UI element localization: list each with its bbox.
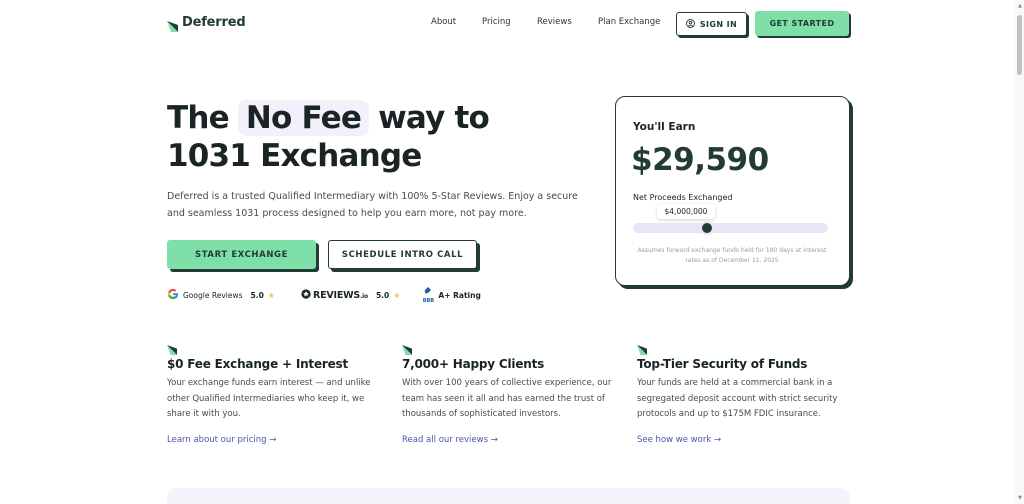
net-proceeds-label: Net Proceeds Exchanged	[633, 193, 733, 202]
sign-in-label: SIGN IN	[699, 19, 738, 29]
google-rating[interactable]: Google Reviews 5.0 ★	[167, 288, 275, 302]
reviews-io-score: 5.0	[375, 290, 390, 300]
nav-reviews[interactable]: Reviews	[537, 17, 572, 27]
logo-mark-icon	[167, 17, 178, 32]
hero-subtitle: Deferred is a trusted Qualified Intermed…	[167, 191, 578, 219]
page-scrollbar[interactable]: ▲ ▼	[1015, 0, 1024, 504]
bbb-rating-label: A+ Rating	[438, 290, 481, 300]
feature-no-fee: $0 Fee Exchange + Interest Your exchange…	[167, 340, 379, 446]
start-exchange-button[interactable]: START EXCHANGE	[167, 240, 316, 269]
reviews-io-star-icon	[301, 289, 311, 301]
bbb-logo-icon: BBB	[422, 286, 434, 304]
google-icon	[167, 288, 179, 302]
feature-happy-clients: 7,000+ Happy Clients With over 100 years…	[402, 340, 614, 446]
feature-title: $0 Fee Exchange + Interest	[167, 357, 349, 371]
get-started-button[interactable]: GET STARTED	[755, 11, 849, 36]
reviews-io-logo: REVIEWS.io	[312, 289, 368, 301]
feature-body: Your exchange funds earn interest — and …	[167, 378, 371, 419]
hero-title-line2: 1031 Exchange	[167, 138, 422, 174]
arrow-down-right-icon	[167, 340, 177, 355]
ratings-row: Google Reviews 5.0 ★ REVIEWS.io 5.0 ★ BB…	[167, 286, 481, 304]
nav-about[interactable]: About	[431, 17, 456, 27]
star-icon: ★	[267, 290, 275, 300]
scroll-thumb[interactable]	[1017, 15, 1022, 75]
scroll-down-icon[interactable]: ▼	[1018, 495, 1022, 501]
arrow-down-right-icon	[402, 340, 412, 355]
earn-assumption-note: Assumes forward exchange funds held for …	[637, 247, 827, 264]
bbb-rating[interactable]: BBB A+ Rating	[422, 286, 481, 304]
arrow-down-right-icon	[637, 340, 647, 355]
slider-thumb[interactable]	[700, 221, 715, 235]
feature-body: Your funds are held at a commercial bank…	[637, 378, 838, 419]
scroll-up-icon[interactable]: ▲	[1018, 3, 1022, 9]
google-rating-score: 5.0	[250, 290, 264, 300]
feature-link-reviews[interactable]: Read all our reviews →	[402, 435, 498, 445]
feature-body: With over 100 years of collective experi…	[402, 378, 612, 419]
feature-security: Top-Tier Security of Funds Your funds ar…	[637, 340, 849, 446]
reviews-io-rating[interactable]: REVIEWS.io 5.0 ★	[301, 289, 400, 301]
schedule-intro-call-button[interactable]: SCHEDULE INTRO CALL	[328, 240, 477, 269]
earnings-calculator-card: You'll Earn $29,590 Net Proceeds Exchang…	[615, 96, 850, 286]
net-proceeds-slider[interactable]	[633, 221, 828, 235]
feature-link-pricing[interactable]: Learn about our pricing →	[167, 435, 276, 445]
nav-plan-exchange[interactable]: Plan Exchange	[598, 17, 660, 27]
hero-title-post: way to	[378, 100, 490, 136]
star-icon: ★	[393, 290, 401, 300]
earn-label: You'll Earn	[633, 121, 696, 133]
feature-title: Top-Tier Security of Funds	[637, 357, 808, 371]
feature-title: 7,000+ Happy Clients	[402, 357, 545, 371]
slider-value-tooltip: $4,000,000	[657, 204, 715, 219]
hero-title: The No Fee way to 1031 Exchange	[167, 99, 490, 175]
hero-title-highlight: No Fee	[237, 100, 370, 136]
hero-title-pre: The	[167, 100, 230, 136]
logo-text: Deferred	[182, 15, 246, 30]
logo[interactable]: Deferred	[167, 15, 246, 32]
nav-pricing[interactable]: Pricing	[482, 17, 511, 27]
user-icon	[685, 18, 695, 30]
sign-in-button[interactable]: SIGN IN	[676, 12, 747, 36]
google-rating-label: Google Reviews	[183, 290, 243, 300]
feature-link-how-we-work[interactable]: See how we work →	[637, 435, 721, 445]
earn-amount: $29,590	[631, 142, 769, 178]
next-section-preview	[167, 488, 850, 504]
